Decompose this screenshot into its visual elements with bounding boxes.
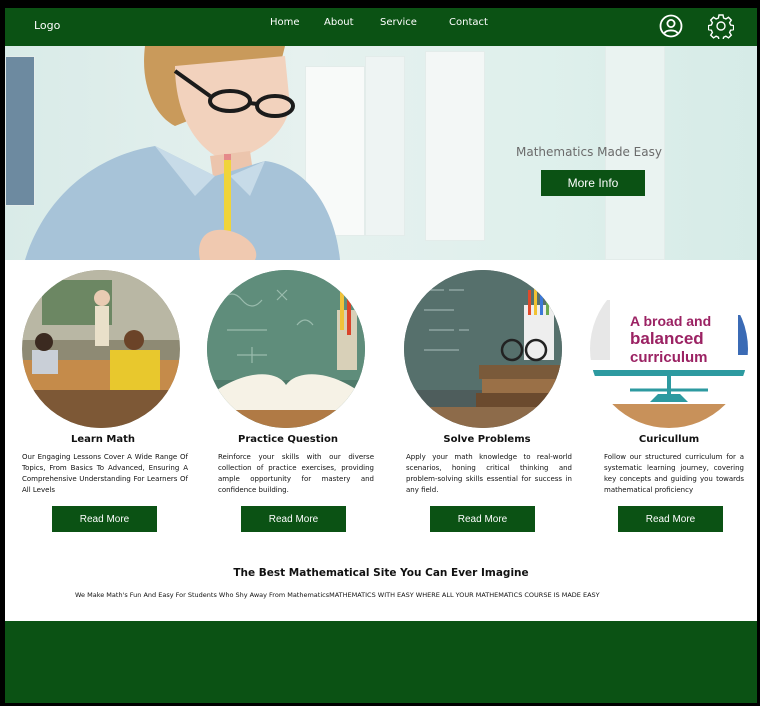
read-more-button[interactable]: Read More [241, 506, 346, 532]
hero-subtitle: Mathematics Made Easy [516, 145, 662, 159]
read-more-button[interactable]: Read More [618, 506, 723, 532]
curriculum-image: A broad and balanced curriculum [590, 270, 748, 428]
curriculum-image-line-3: curriculum [630, 349, 708, 366]
settings-icon[interactable] [708, 13, 734, 39]
card-description: Reinforce your skills with our diverse c… [218, 453, 374, 494]
top-navbar: Logo Home About Service Contact [5, 8, 757, 46]
card-description: Our Engaging Lessons Cover A Wide Range … [22, 453, 188, 494]
shelf-binder [365, 56, 405, 236]
read-more-button[interactable]: Read More [430, 506, 535, 532]
curriculum-image-line-2: balanced [630, 329, 704, 348]
hero-banner: Mathematics Made Easy More Info [5, 46, 757, 260]
card-title: Solve Problems [443, 434, 531, 445]
site-tagline: The Best Mathematical Site You Can Ever … [233, 567, 529, 579]
site-logo[interactable]: Logo [34, 19, 60, 32]
solve-problems-image [404, 270, 562, 428]
card-description: Apply your math knowledge to real-world … [406, 453, 572, 494]
practice-question-image [207, 270, 365, 428]
nav-contact[interactable]: Contact [449, 17, 488, 28]
shelf-binder [425, 51, 485, 241]
card-title: Practice Question [238, 434, 338, 445]
site-subline: We Make Math's Fun And Easy For Students… [75, 591, 600, 599]
hero-student-photo [25, 46, 340, 260]
learn-math-image [22, 270, 180, 428]
nav-service[interactable]: Service [380, 17, 417, 28]
card-title: Curicullum [638, 434, 700, 445]
read-more-button[interactable]: Read More [52, 506, 157, 532]
curriculum-image-line-1: A broad and [630, 313, 711, 329]
nav-about[interactable]: About [324, 17, 354, 28]
more-info-button[interactable]: More Info [541, 170, 645, 196]
card-description: Follow our structured curriculum for a s… [604, 453, 744, 494]
user-icon[interactable] [659, 14, 683, 38]
nav-home[interactable]: Home [270, 17, 300, 28]
footer [5, 621, 757, 703]
card-title: Learn Math [70, 434, 136, 445]
page-frame: Logo Home About Service Contact Mathemat… [5, 8, 757, 703]
